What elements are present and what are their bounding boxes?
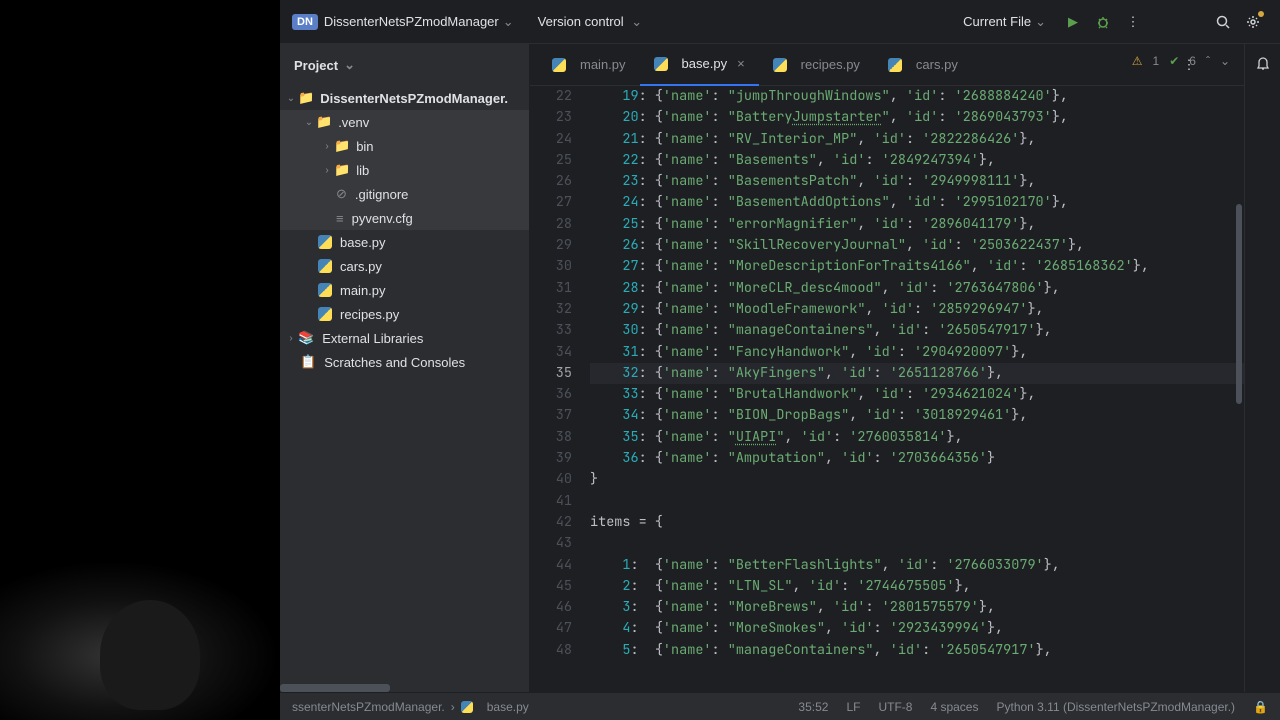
topbar: DN DissenterNetsPZmodManager ⌄ Version c… [280,0,1280,44]
tab-label: recipes.py [801,57,860,72]
crumb-file: base.py [487,700,529,714]
close-icon[interactable]: × [737,56,745,71]
tree-external-libs[interactable]: ›📚External Libraries [280,326,529,350]
debug-icon[interactable] [1094,13,1112,31]
line-separator[interactable]: LF [846,700,860,714]
interpreter[interactable]: Python 3.11 (DissenterNetsPZmodManager.) [996,700,1235,714]
bell-icon[interactable] [1254,54,1272,72]
tab-label: base.py [682,56,728,71]
gutter: 2223242526272829303132333435363738394041… [530,86,590,692]
ide-window: DN DissenterNetsPZmodManager ⌄ Version c… [280,0,1280,720]
version-control-menu[interactable]: Version control ⌄ [538,14,647,30]
tree-label: .gitignore [355,187,408,202]
search-icon[interactable] [1214,13,1232,31]
tree-label: main.py [340,283,386,298]
sidebar-header[interactable]: Project ⌄ [280,44,529,86]
python-icon [318,235,332,249]
chevron-right-icon: › [451,700,455,714]
webcam-overlay [0,560,280,720]
vscroll-thumb[interactable] [1236,204,1242,404]
tree-label: DissenterNetsPZmodManager. [320,91,508,106]
python-icon [461,701,473,713]
editor-area: main.py base.py× recipes.py cars.py ⋮ ⚠1… [530,44,1244,692]
tree-pyvenv[interactable]: ≡pyvenv.cfg [280,206,529,230]
tree-gitignore[interactable]: ⊘.gitignore [280,182,529,206]
statusbar: ssenterNetsPZmodManager. › base.py 35:52… [280,692,1280,720]
check-count: 6 [1189,54,1196,68]
python-icon [773,58,787,72]
python-icon [654,57,668,71]
more-icon[interactable]: ⋮ [1124,13,1142,31]
chevron-down-icon: ⌄ [344,57,355,73]
tree-venv[interactable]: ⌄📁.venv [280,110,529,134]
tree-bin[interactable]: ›📁bin [280,134,529,158]
tree-label: External Libraries [322,331,423,346]
tab-recipes[interactable]: recipes.py [759,44,874,86]
tab-main[interactable]: main.py [538,44,640,86]
sidebar-hscroll[interactable] [280,684,529,692]
python-icon [318,283,332,297]
check-icon: ✔ [1169,54,1179,68]
tree-label: base.py [340,235,386,250]
lock-icon[interactable]: 🔒 [1253,700,1268,714]
tree-label: lib [356,163,369,178]
tree-label: bin [356,139,373,154]
python-icon [318,307,332,321]
down-icon[interactable]: ⌄ [1220,54,1230,68]
tree-root[interactable]: ⌄📁DissenterNetsPZmodManager. [280,86,529,110]
code-editor[interactable]: 2223242526272829303132333435363738394041… [530,86,1244,692]
encoding[interactable]: UTF-8 [878,700,912,714]
tree-lib[interactable]: ›📁lib [280,158,529,182]
python-icon [318,259,332,273]
tree-label: pyvenv.cfg [352,211,413,226]
chevron-down-icon: ⌄ [503,14,514,30]
notifications-column [1244,44,1280,692]
python-icon [552,58,566,72]
python-icon [888,58,902,72]
run-config-selector[interactable]: Current File ⌄ [963,14,1050,30]
inspection-widget[interactable]: ⚠ 1 ✔ 6 ˆ ⌄ [1132,54,1230,68]
tree-cars[interactable]: cars.py [280,254,529,278]
tab-label: main.py [580,57,626,72]
sidebar-title: Project [294,58,338,73]
crumb-root: ssenterNetsPZmodManager. [292,700,445,714]
project-sidebar: Project ⌄ ⌄📁DissenterNetsPZmodManager. ⌄… [280,44,530,692]
tab-cars[interactable]: cars.py [874,44,972,86]
project-tree[interactable]: ⌄📁DissenterNetsPZmodManager. ⌄📁.venv ›📁b… [280,86,529,684]
warn-count: 1 [1153,54,1160,68]
tab-label: cars.py [916,57,958,72]
left-blank-panel [0,0,280,720]
tree-base[interactable]: base.py [280,230,529,254]
project-name[interactable]: DissenterNetsPZmodManager [324,14,499,29]
tree-label: recipes.py [340,307,399,322]
tree-main[interactable]: main.py [280,278,529,302]
breadcrumb[interactable]: ssenterNetsPZmodManager. › base.py [292,700,529,714]
indent[interactable]: 4 spaces [930,700,978,714]
settings-icon[interactable] [1244,13,1262,31]
tree-scratches[interactable]: 📋Scratches and Consoles [280,350,529,374]
project-badge: DN [292,14,318,30]
warning-icon: ⚠ [1132,54,1143,68]
tree-label: cars.py [340,259,382,274]
tree-label: Scratches and Consoles [324,355,465,370]
up-icon[interactable]: ˆ [1206,54,1210,68]
tree-recipes[interactable]: recipes.py [280,302,529,326]
run-icon[interactable]: ▶ [1064,13,1082,31]
caret-position[interactable]: 35:52 [798,700,828,714]
tab-base[interactable]: base.py × [640,44,759,86]
code-body[interactable]: 19: {'name': "jumpThroughWindows", 'id':… [590,86,1244,692]
tree-label: .venv [338,115,369,130]
